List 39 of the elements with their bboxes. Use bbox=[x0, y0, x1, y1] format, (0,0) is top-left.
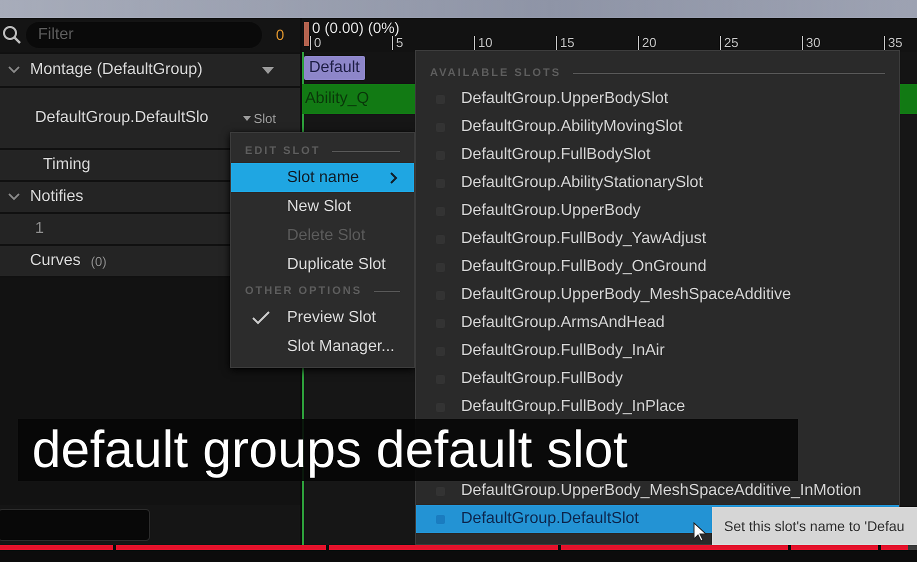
slot-option[interactable]: DefaultGroup.FullBody bbox=[416, 365, 899, 393]
search-icon bbox=[2, 25, 22, 45]
slot-option[interactable]: DefaultGroup.FullBody_InPlace bbox=[416, 393, 899, 421]
timing-label: Timing bbox=[43, 156, 90, 174]
playhead-position: 0 (0.00) (0%) bbox=[312, 20, 400, 37]
slot-option[interactable]: DefaultGroup.UpperBody_MeshSpaceAdditive bbox=[416, 281, 899, 309]
slot-option[interactable]: DefaultGroup.FullBody_YawAdjust bbox=[416, 225, 899, 253]
slot-option[interactable]: DefaultGroup.AbilityMovingSlot bbox=[416, 113, 899, 141]
ruler-tick: 0 bbox=[310, 36, 392, 50]
curves-count: (0) bbox=[90, 254, 107, 268]
mouse-cursor-icon bbox=[693, 522, 707, 542]
match-count: 0 bbox=[274, 26, 286, 44]
slot-name: DefaultGroup.DefaultSlo bbox=[35, 109, 210, 127]
filter-field[interactable]: Filter bbox=[26, 22, 262, 48]
section-tag[interactable]: Default bbox=[304, 56, 365, 80]
menu-item[interactable]: New Slot bbox=[231, 192, 414, 221]
menu-item[interactable]: Slot Manager... bbox=[231, 332, 414, 361]
slot-option[interactable]: DefaultGroup.FullBody_InAir bbox=[416, 337, 899, 365]
slot-option[interactable]: DefaultGroup.AbilityStationarySlot bbox=[416, 169, 899, 197]
slot-option[interactable]: DefaultGroup.ArmsAndHead bbox=[416, 309, 899, 337]
slot-option[interactable]: DefaultGroup.UpperBodySlot bbox=[416, 85, 899, 113]
notifies-label: Notifies bbox=[30, 188, 84, 206]
slot-option[interactable]: DefaultGroup.UpperBody bbox=[416, 197, 899, 225]
slot-option[interactable]: DefaultGroup.FullBody_OnGround bbox=[416, 253, 899, 281]
curves-label: Curves bbox=[30, 252, 81, 270]
playhead-marker[interactable] bbox=[304, 22, 309, 46]
subtitle-caption: default groups default slot bbox=[18, 419, 798, 481]
notify-track-label: 1 bbox=[35, 220, 44, 238]
slot-option[interactable]: DefaultGroup.FullBodySlot bbox=[416, 141, 899, 169]
menu-item[interactable]: Duplicate Slot bbox=[231, 250, 414, 279]
menu-item[interactable]: Slot name bbox=[231, 163, 414, 192]
tooltip: Set this slot's name to 'Defau bbox=[712, 507, 917, 545]
menu-item[interactable]: Preview Slot bbox=[231, 303, 414, 332]
chevron-icon[interactable] bbox=[8, 193, 20, 201]
input-field[interactable] bbox=[0, 509, 150, 541]
slot-button[interactable]: Slot bbox=[240, 108, 278, 128]
montage-label: Montage (DefaultGroup) bbox=[30, 61, 204, 79]
chevron-icon[interactable] bbox=[8, 66, 20, 74]
dropdown-caret-icon[interactable] bbox=[262, 66, 274, 74]
